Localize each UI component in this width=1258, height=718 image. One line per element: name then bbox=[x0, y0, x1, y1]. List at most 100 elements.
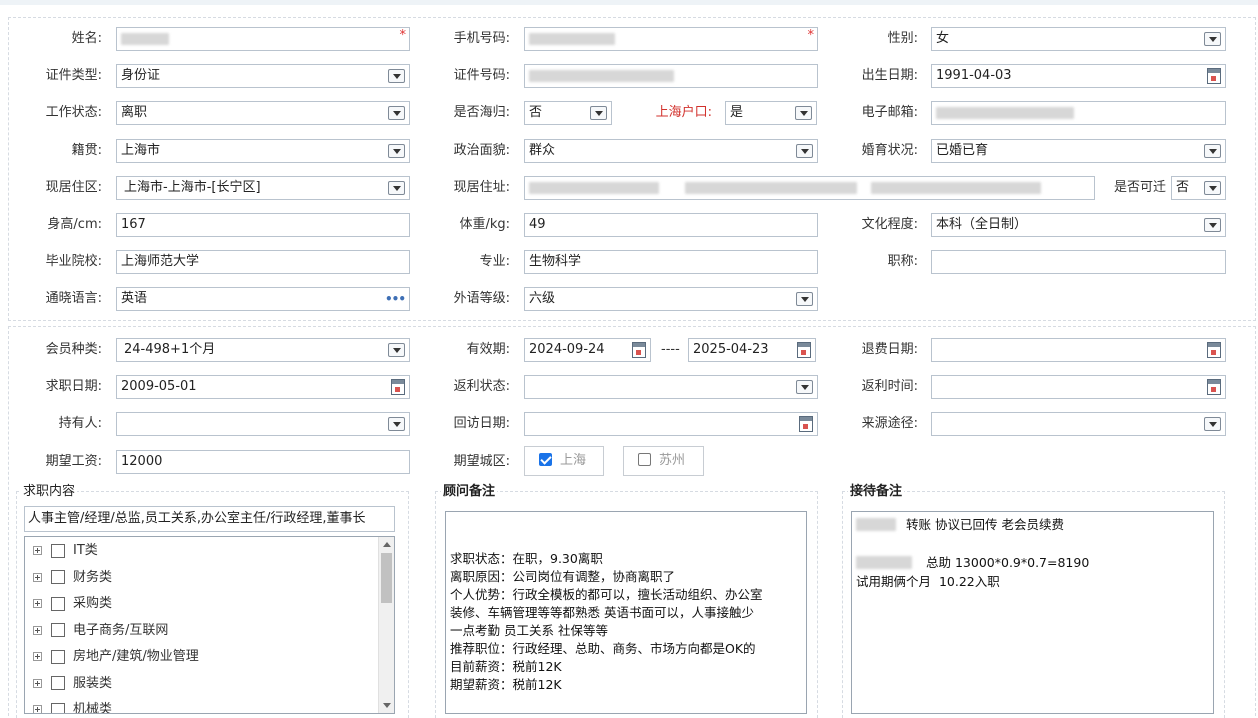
title-field[interactable] bbox=[931, 250, 1226, 274]
reception-note-textarea[interactable]: 转账 协议已回传 老会员续费 总助 13000*0.9*0.7=8190 试用期… bbox=[851, 511, 1214, 714]
expand-icon[interactable] bbox=[33, 678, 42, 688]
tree-scrollbar[interactable] bbox=[378, 537, 394, 713]
email-field[interactable] bbox=[931, 101, 1226, 125]
checkbox-icon[interactable] bbox=[51, 543, 65, 558]
phone-field[interactable]: * bbox=[524, 27, 818, 51]
expand-icon[interactable] bbox=[33, 705, 42, 713]
chevron-down-icon[interactable] bbox=[796, 292, 813, 306]
political-select[interactable]: 群众 bbox=[524, 139, 818, 163]
calendar-icon[interactable] bbox=[1207, 342, 1221, 358]
expand-icon[interactable] bbox=[33, 546, 42, 555]
basic-info-section bbox=[8, 17, 1256, 321]
tree-item[interactable]: 电子商务/互联网 bbox=[25, 618, 394, 645]
valid-to-field[interactable]: 2025-04-23 bbox=[688, 338, 816, 362]
holder-label: 持有人: bbox=[58, 416, 102, 431]
calendar-icon[interactable] bbox=[1207, 68, 1221, 84]
workstatus-select[interactable]: 离职 bbox=[116, 101, 410, 125]
checkbox-icon[interactable] bbox=[51, 649, 65, 664]
calendar-icon[interactable] bbox=[799, 416, 813, 432]
chevron-down-icon[interactable] bbox=[388, 106, 405, 120]
hukou-label: 上海户口: bbox=[655, 105, 712, 120]
idtype-select[interactable]: 身份证 bbox=[116, 64, 410, 88]
job-content-summary[interactable]: 人事主管/经理/总监,员工关系,办公室主任/行政经理,董事长 bbox=[24, 506, 395, 532]
chevron-down-icon[interactable] bbox=[1204, 218, 1221, 232]
member-type-select[interactable]: 24-498+1个月 bbox=[116, 338, 410, 362]
calendar-icon[interactable] bbox=[391, 379, 405, 395]
checkbox-icon[interactable] bbox=[51, 570, 65, 584]
native-select[interactable]: 上海市 bbox=[116, 139, 410, 163]
chevron-down-icon[interactable] bbox=[796, 380, 813, 394]
chevron-down-icon[interactable] bbox=[1204, 32, 1221, 46]
edu-select[interactable]: 本科（全日制） bbox=[931, 213, 1226, 237]
chevron-down-icon[interactable] bbox=[1204, 144, 1221, 158]
source-select[interactable] bbox=[931, 412, 1226, 436]
checkbox-icon[interactable] bbox=[51, 702, 65, 713]
checkbox-icon[interactable] bbox=[51, 623, 65, 637]
native-label: 籍贯: bbox=[71, 143, 102, 158]
name-field[interactable]: * bbox=[116, 27, 410, 51]
scroll-down-icon[interactable] bbox=[383, 703, 391, 708]
holder-select[interactable] bbox=[116, 412, 410, 436]
tree-item[interactable]: 财务类 bbox=[25, 565, 394, 592]
checkbox-icon[interactable] bbox=[638, 453, 651, 466]
checkbox-checked-icon[interactable] bbox=[539, 453, 552, 466]
calendar-icon[interactable] bbox=[632, 342, 646, 358]
rebate-status-select[interactable] bbox=[524, 375, 818, 399]
tree-item[interactable]: 房地产/建筑/物业管理 bbox=[25, 644, 394, 671]
job-category-tree[interactable]: IT类 财务类 采购类 电子商务/互联网 房地产/建筑/物业管理 服装类 机械类 bbox=[24, 536, 395, 714]
chevron-down-icon[interactable] bbox=[388, 343, 405, 357]
chevron-down-icon[interactable] bbox=[795, 106, 812, 120]
address-field[interactable] bbox=[524, 176, 1095, 200]
chevron-down-icon[interactable] bbox=[796, 144, 813, 158]
tree-item[interactable]: IT类 bbox=[25, 538, 394, 565]
expand-icon[interactable] bbox=[33, 572, 42, 582]
chevron-down-icon[interactable] bbox=[388, 144, 405, 158]
chevron-down-icon[interactable] bbox=[590, 106, 607, 120]
weight-field[interactable]: 49 bbox=[524, 213, 818, 237]
gender-select[interactable]: 女 bbox=[931, 27, 1226, 51]
marital-select[interactable]: 已婚已育 bbox=[931, 139, 1226, 163]
city-option-shanghai[interactable]: 上海 bbox=[524, 446, 604, 476]
name-redacted bbox=[121, 32, 169, 45]
tree-item[interactable]: 采购类 bbox=[25, 591, 394, 618]
returnee-select[interactable]: 否 bbox=[524, 101, 612, 125]
tree-item[interactable]: 服装类 bbox=[25, 671, 394, 698]
school-field[interactable]: 上海师范大学 bbox=[116, 250, 410, 274]
chevron-down-icon[interactable] bbox=[388, 417, 405, 431]
idno-field[interactable] bbox=[524, 64, 818, 88]
jobdate-field[interactable]: 2009-05-01 bbox=[116, 375, 410, 399]
scroll-up-icon[interactable] bbox=[383, 542, 391, 547]
chevron-down-icon[interactable] bbox=[388, 69, 405, 83]
major-field[interactable]: 生物科学 bbox=[524, 250, 818, 274]
tree-item[interactable]: 机械类 bbox=[25, 697, 394, 713]
expand-icon[interactable] bbox=[33, 625, 42, 635]
valid-from-field[interactable]: 2024-09-24 bbox=[524, 338, 651, 362]
advisor-note-textarea[interactable]: 求职状态：在职，9.30离职 离职原因：公司岗位有调整，协商离职了 个人优势：行… bbox=[445, 511, 807, 714]
expand-icon[interactable] bbox=[33, 599, 42, 608]
height-field[interactable]: 167 bbox=[116, 213, 410, 237]
scroll-thumb[interactable] bbox=[381, 553, 392, 603]
revisit-date-field[interactable] bbox=[524, 412, 818, 436]
calendar-icon[interactable] bbox=[797, 342, 811, 358]
calendar-icon[interactable] bbox=[1207, 379, 1221, 395]
more-icon[interactable]: ••• bbox=[385, 288, 406, 310]
salary-label: 期望工资: bbox=[45, 454, 102, 469]
birth-date-field[interactable]: 1991-04-03 bbox=[931, 64, 1226, 88]
area-select[interactable]: 上海市-上海市-[长宁区] bbox=[116, 176, 410, 200]
rebate-time-field[interactable] bbox=[931, 375, 1226, 399]
relocate-select[interactable]: 否 bbox=[1171, 176, 1226, 200]
chevron-down-icon[interactable] bbox=[1204, 417, 1221, 431]
expand-icon[interactable] bbox=[33, 652, 42, 661]
rebate-status-label: 返利状态: bbox=[453, 379, 510, 394]
checkbox-icon[interactable] bbox=[51, 596, 65, 611]
hukou-select[interactable]: 是 bbox=[725, 101, 817, 125]
weight-label: 体重/kg: bbox=[459, 217, 510, 232]
salary-field[interactable]: 12000 bbox=[116, 450, 410, 474]
langlevel-select[interactable]: 六级 bbox=[524, 287, 818, 311]
chevron-down-icon[interactable] bbox=[388, 181, 405, 195]
refund-date-field[interactable] bbox=[931, 338, 1226, 362]
checkbox-icon[interactable] bbox=[51, 676, 65, 690]
chevron-down-icon[interactable] bbox=[1204, 181, 1221, 195]
city-option-suzhou[interactable]: 苏州 bbox=[623, 446, 704, 476]
lang-field[interactable]: 英语 ••• bbox=[116, 287, 410, 311]
